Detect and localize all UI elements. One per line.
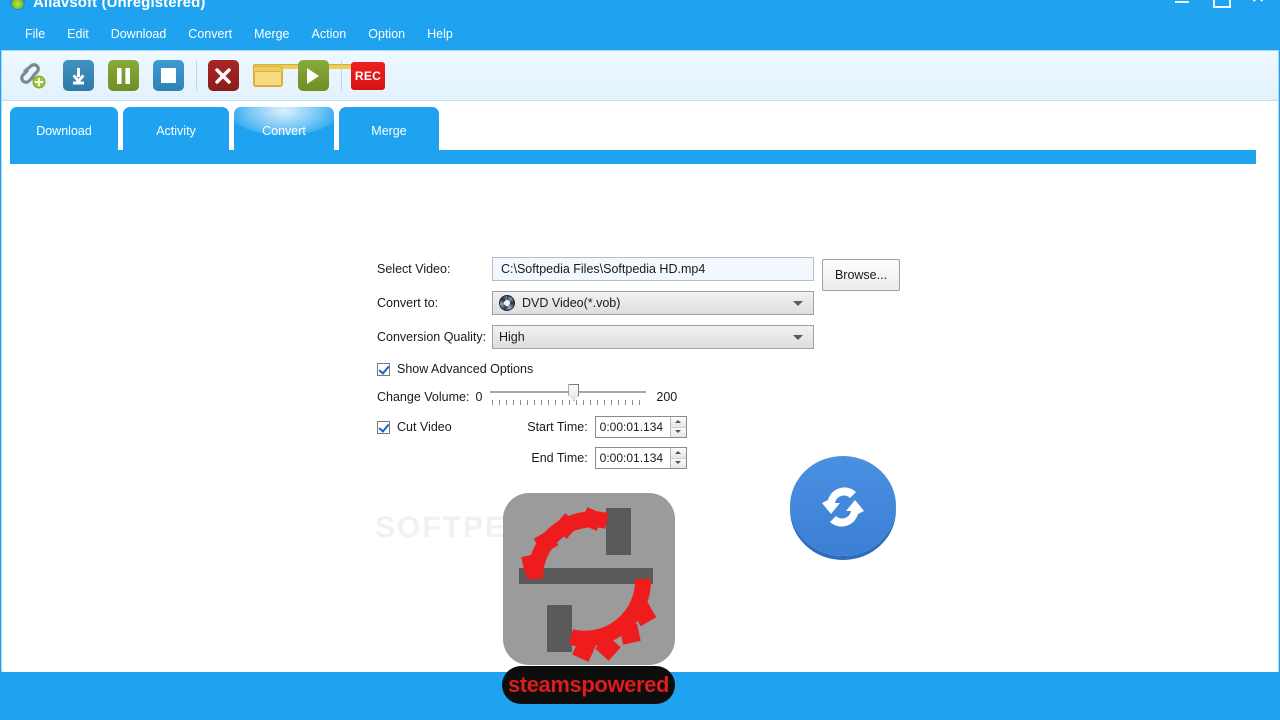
menu-item-convert[interactable]: Convert (177, 23, 243, 45)
convert-to-row: Convert to: DVD Video(*.vob) (377, 290, 814, 316)
cut-video-row: Cut Video Start Time: 0:00:01.134 (377, 414, 814, 440)
slider-thumb[interactable] (568, 384, 580, 401)
menu-item-action[interactable]: Action (301, 23, 358, 45)
menu-item-edit[interactable]: Edit (56, 23, 100, 45)
end-time-decrement-button[interactable] (670, 458, 686, 468)
minimize-icon[interactable] (1174, 0, 1190, 6)
start-time-increment-button[interactable] (670, 417, 686, 428)
select-video-row: Select Video: C:\Softpedia Files\Softped… (377, 256, 900, 291)
tab-download-label: Download (36, 124, 92, 138)
allavsoft-logo-icon (10, 0, 25, 10)
tab-underline-bar (10, 150, 1256, 164)
menu-item-file[interactable]: File (14, 23, 56, 45)
start-time-spinner-buttons[interactable] (669, 417, 686, 437)
cut-video-checkbox[interactable] (377, 420, 390, 434)
steamspowered-label: steamspowered (507, 672, 670, 697)
toolbar-separator-1 (196, 60, 197, 91)
rec-icon: REC (351, 61, 385, 90)
menu-item-merge[interactable]: Merge (243, 23, 300, 45)
close-x-icon (207, 60, 239, 91)
end-time-value: 0:00:01.134 (599, 451, 664, 465)
chevron-down-icon (793, 301, 803, 306)
start-time-label: Start Time: (527, 420, 588, 434)
convert-to-select[interactable]: DVD Video(*.vob) (492, 291, 814, 315)
gear-settings-logo-icon (503, 493, 675, 665)
end-time-increment-button[interactable] (670, 448, 686, 459)
convert-form: Select Video: C:\Softpedia Files\Softped… (377, 256, 900, 471)
end-time-row: Cut Video End Time: 0:00:01.134 (377, 445, 814, 471)
start-time-value: 0:00:01.134 (599, 420, 664, 434)
change-volume-min: 0 (475, 390, 483, 404)
conversion-quality-value: High (499, 330, 525, 344)
show-advanced-options-row[interactable]: Show Advanced Options (377, 358, 814, 380)
slider-ticks (492, 400, 645, 405)
change-volume-slider[interactable] (490, 384, 647, 408)
maximize-icon[interactable] (1212, 0, 1231, 8)
add-link-button[interactable] (14, 60, 52, 92)
folder-icon (253, 64, 353, 87)
menu-bar: File Edit Download Convert Merge Action … (0, 18, 1280, 50)
pause-button[interactable] (104, 60, 142, 92)
convert-to-label: Convert to: (377, 296, 439, 310)
dvd-disc-icon (499, 295, 515, 311)
record-button[interactable]: REC (349, 60, 387, 92)
stop-button[interactable] (149, 60, 187, 92)
pause-icon (107, 60, 139, 91)
end-time-stepper[interactable]: 0:00:01.134 (594, 447, 687, 469)
change-volume-max: 200 (656, 390, 678, 404)
show-advanced-options-label: Show Advanced Options (397, 362, 534, 376)
sync-convert-logo-icon (790, 456, 896, 558)
stop-square-icon (152, 60, 184, 91)
start-time-stepper[interactable]: 0:00:01.134 (594, 416, 687, 438)
tab-merge-label: Merge (371, 124, 407, 138)
tab-convert-label: Convert (262, 124, 306, 138)
tab-strip: Download Activity Convert Merge (10, 107, 439, 155)
change-volume-label: Change Volume: (377, 390, 470, 404)
window-controls: ✕ (1174, 0, 1266, 8)
play-button[interactable] (294, 60, 332, 92)
show-advanced-options-checkbox[interactable] (377, 362, 390, 376)
tab-merge[interactable]: Merge (339, 107, 439, 155)
conversion-quality-row: Conversion Quality: High (377, 324, 814, 350)
play-triangle-icon (297, 60, 329, 91)
tab-activity[interactable]: Activity (123, 107, 229, 155)
start-time-decrement-button[interactable] (670, 427, 686, 437)
app-window: Allavsoft (Unregistered) ✕ File Edit Dow… (0, 0, 1280, 720)
cut-video-label: Cut Video (397, 420, 452, 434)
conversion-quality-select[interactable]: High (492, 325, 814, 349)
toolbar: REC (2, 51, 1278, 101)
end-time-label: End Time: (531, 451, 588, 465)
select-video-value: C:\Softpedia Files\Softpedia HD.mp4 (501, 262, 706, 276)
tab-convert[interactable]: Convert (234, 107, 334, 155)
link-plus-icon (18, 62, 48, 90)
steamspowered-watermark: steamspowered (502, 666, 675, 704)
menu-item-option[interactable]: Option (357, 23, 416, 45)
download-arrow-icon (62, 60, 94, 91)
chevron-down-icon (793, 335, 803, 340)
rec-label: REC (354, 68, 382, 83)
change-volume-row: Change Volume: 0 200 (377, 384, 814, 409)
window-title: Allavsoft (Unregistered) (33, 0, 206, 11)
menu-item-download[interactable]: Download (100, 23, 178, 45)
delete-button[interactable] (204, 60, 242, 92)
tab-download[interactable]: Download (10, 107, 118, 155)
browse-button[interactable]: Browse... (822, 259, 900, 291)
title-bar-left: Allavsoft (Unregistered) (10, 0, 205, 11)
tab-activity-label: Activity (156, 124, 196, 138)
select-video-label: Select Video: (377, 262, 451, 276)
end-time-spinner-buttons[interactable] (669, 448, 686, 468)
title-bar: Allavsoft (Unregistered) ✕ (0, 0, 1280, 18)
tab-bar: Download Activity Convert Merge (2, 102, 1278, 164)
download-button[interactable] (59, 60, 97, 92)
menu-item-help[interactable]: Help (416, 23, 464, 45)
close-icon[interactable]: ✕ (1250, 0, 1266, 6)
select-video-input[interactable]: C:\Softpedia Files\Softpedia HD.mp4 (492, 257, 814, 281)
convert-to-value: DVD Video(*.vob) (522, 296, 621, 310)
conversion-quality-label: Conversion Quality: (377, 330, 487, 344)
open-folder-button[interactable] (249, 60, 353, 92)
